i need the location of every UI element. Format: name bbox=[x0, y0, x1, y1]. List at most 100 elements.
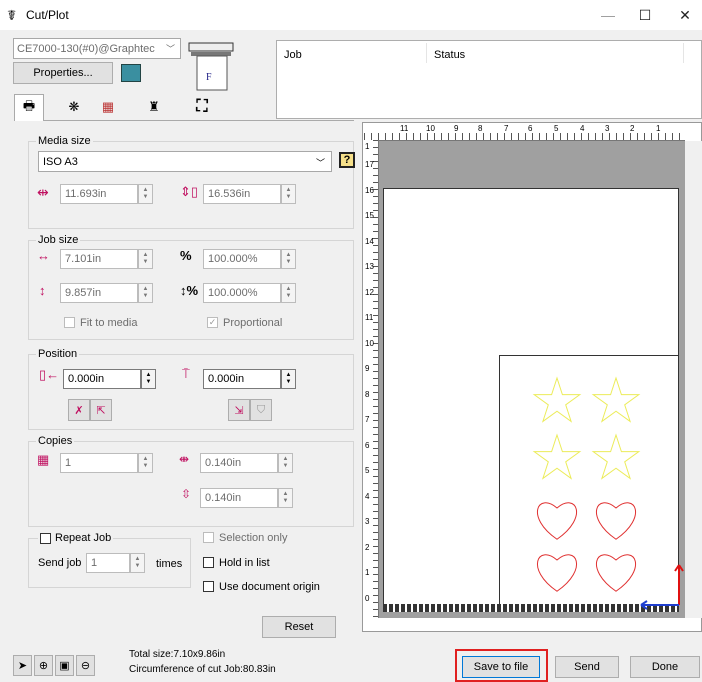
align-to-page-icon[interactable]: ⇲ bbox=[228, 399, 250, 421]
position-y-spinner[interactable]: ▲ ▼ bbox=[281, 369, 296, 389]
selection-only-label: Selection only bbox=[219, 532, 288, 544]
copies-gap-h-spinner[interactable]: ▲ ▼ bbox=[278, 453, 293, 473]
zoom-in-icon[interactable]: ⊕ bbox=[34, 655, 53, 676]
use-document-origin-label: Use document origin bbox=[219, 581, 320, 593]
col-divider bbox=[426, 43, 427, 63]
repeat-times-field[interactable]: 1 bbox=[86, 553, 130, 573]
job-height-icon: ↕ bbox=[39, 283, 46, 298]
media-preset-select[interactable]: ISO A3 ﹀ bbox=[38, 151, 332, 172]
job-artwork bbox=[532, 376, 684, 610]
width-icon: ⇹ bbox=[37, 184, 49, 200]
heart-shape bbox=[537, 554, 577, 592]
done-button[interactable]: Done bbox=[630, 656, 700, 678]
plotter-image: F bbox=[187, 40, 235, 92]
job-queue-list[interactable]: Job Status bbox=[276, 40, 702, 119]
repeat-times-spinner[interactable]: ▲ ▼ bbox=[130, 553, 145, 573]
app-icon: ☤ bbox=[7, 7, 17, 23]
ruler-left-label: 17 bbox=[365, 160, 374, 169]
job-width-pct-field[interactable]: 100.000% bbox=[203, 249, 281, 269]
vertical-gap-icon: ⇳ bbox=[181, 487, 192, 501]
job-width-icon: ↔ bbox=[37, 248, 50, 263]
star-shape bbox=[532, 433, 582, 480]
col-job[interactable]: Job bbox=[284, 49, 302, 61]
ruler-left-label: 11 bbox=[365, 313, 374, 322]
repeat-job-label: Repeat Job bbox=[55, 532, 112, 544]
ruler-left-label: 12 bbox=[365, 288, 374, 297]
ruler-left-label: 10 bbox=[365, 339, 374, 348]
align-to-object-icon[interactable]: ⛉ bbox=[250, 399, 272, 421]
job-width-field[interactable]: 7.101in bbox=[60, 249, 138, 269]
tab-tool-icon[interactable]: ♜ bbox=[140, 94, 168, 120]
job-height-spinner[interactable]: ▲ ▼ bbox=[138, 283, 153, 303]
job-width-spinner[interactable]: ▲ ▼ bbox=[138, 249, 153, 269]
copies-gap-v-spinner[interactable]: ▲ ▼ bbox=[278, 488, 293, 508]
tab-media-icon[interactable]: 🖶 bbox=[14, 94, 44, 121]
zoom-out-icon[interactable]: ⊖ bbox=[76, 655, 95, 676]
job-height-pct-field[interactable]: 100.000% bbox=[203, 283, 281, 303]
fit-page-icon[interactable]: ▣ bbox=[55, 655, 74, 676]
col-status[interactable]: Status bbox=[434, 49, 465, 61]
send-job-label: Send job bbox=[38, 557, 82, 569]
fit-to-media-checkbox[interactable] bbox=[64, 317, 75, 328]
job-height-field[interactable]: 9.857in bbox=[60, 283, 138, 303]
times-label: times bbox=[156, 558, 183, 570]
hold-in-list-checkbox[interactable] bbox=[203, 557, 214, 568]
proportional-label: Proportional bbox=[223, 317, 283, 329]
fit-to-media-label: Fit to media bbox=[80, 317, 138, 329]
tab-registration-icon[interactable]: ▦ bbox=[94, 94, 122, 120]
properties-button[interactable]: Properties... bbox=[13, 62, 113, 84]
tab-layers-icon[interactable]: ❋ bbox=[60, 94, 88, 120]
hold-in-list-label: Hold in list bbox=[219, 557, 270, 569]
ruler-top-5: 5 bbox=[554, 124, 559, 133]
position-x-spinner[interactable]: ▲ ▼ bbox=[141, 369, 156, 389]
media-help-icon[interactable]: ? bbox=[339, 152, 355, 168]
ruler-top-7: 7 bbox=[504, 124, 509, 133]
ruler-left-label: 16 bbox=[365, 186, 374, 195]
copies-gap-h-field[interactable]: 0.140in bbox=[200, 453, 278, 473]
close-button[interactable]: ✕ bbox=[662, 0, 702, 30]
ruler-left-label: 3 bbox=[365, 517, 370, 526]
ruler-top-11: 11 bbox=[400, 124, 409, 133]
copies-gap-v-field[interactable]: 0.140in bbox=[200, 488, 278, 508]
reset-origin-icon[interactable]: ✗ bbox=[68, 399, 90, 421]
media-width-spinner[interactable]: ▲ ▼ bbox=[138, 184, 153, 204]
media-height-field[interactable]: 16.536in bbox=[203, 184, 281, 204]
ruler-top-ticks bbox=[364, 133, 685, 140]
reset-button[interactable]: Reset bbox=[262, 616, 336, 638]
save-to-file-button[interactable]: Save to file bbox=[462, 656, 540, 678]
height-icon: ⇕▯ bbox=[180, 184, 199, 199]
repeat-job-header: Repeat Job bbox=[38, 532, 114, 544]
heart-shape bbox=[596, 554, 636, 592]
device-select-value: CE7000-130(#0)@Graphtec bbox=[17, 42, 155, 55]
total-size-text: Total size:7.10x9.86in bbox=[129, 649, 226, 660]
repeat-job-checkbox[interactable] bbox=[40, 532, 51, 544]
proportional-checkbox[interactable]: ✓ bbox=[207, 317, 218, 328]
media-width-field[interactable]: 11.693in bbox=[60, 184, 138, 204]
position-x-field[interactable]: 0.000in bbox=[63, 369, 141, 389]
ruler-top-8: 8 bbox=[478, 124, 483, 133]
position-y-field[interactable]: 0.000in bbox=[203, 369, 281, 389]
horizontal-gap-icon: ⇼ bbox=[179, 452, 190, 466]
job-height-pct-spinner[interactable]: ▲ ▼ bbox=[281, 283, 296, 303]
select-tool-icon[interactable]: ➤ bbox=[13, 655, 32, 676]
device-select[interactable]: CE7000-130(#0)@Graphtec ﹀ bbox=[13, 38, 181, 59]
ruler-left-labels: 1 17 16 15 14 13 12 11 10 9 8 7 6 5 4 3 … bbox=[364, 140, 374, 618]
selection-only-checkbox[interactable] bbox=[203, 532, 214, 543]
ruler-top-10: 10 bbox=[426, 124, 435, 133]
star-shape bbox=[532, 376, 582, 423]
copies-count-spinner[interactable]: ▲ ▼ bbox=[138, 453, 153, 473]
send-button[interactable]: Send bbox=[555, 656, 619, 678]
star-shape bbox=[591, 433, 641, 480]
job-width-pct-spinner[interactable]: ▲ ▼ bbox=[281, 249, 296, 269]
tab-bounds-icon[interactable]: ⛶ bbox=[188, 94, 216, 120]
star-shape bbox=[591, 376, 641, 423]
move-to-origin-icon[interactable]: ⇱ bbox=[90, 399, 112, 421]
copies-label: Copies bbox=[36, 435, 75, 447]
device-settings-icon[interactable] bbox=[121, 64, 141, 82]
ruler-top-2: 2 bbox=[630, 124, 635, 133]
job-size-label: Job size bbox=[36, 234, 81, 246]
use-document-origin-checkbox[interactable] bbox=[203, 581, 214, 592]
copies-count-field[interactable]: 1 bbox=[60, 453, 138, 473]
ruler-left-label: 6 bbox=[365, 441, 370, 450]
media-height-spinner[interactable]: ▲ ▼ bbox=[281, 184, 296, 204]
